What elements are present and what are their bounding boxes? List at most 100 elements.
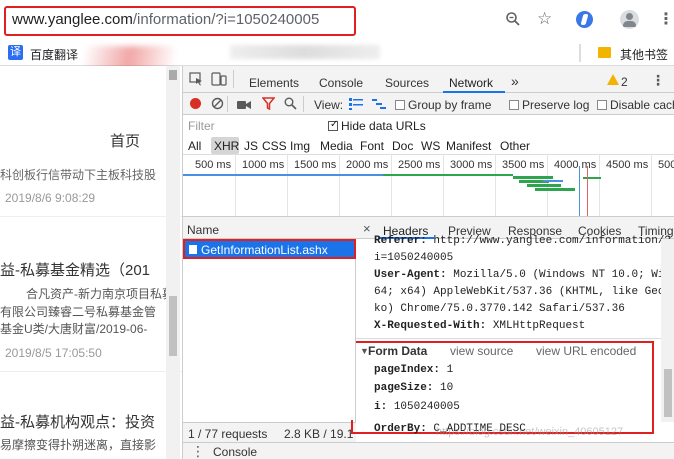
folder-icon <box>598 47 611 58</box>
tab-elements[interactable]: Elements <box>249 76 299 90</box>
tab-console[interactable]: Console <box>319 76 363 90</box>
list-item-title[interactable]: 益-私募机构观点：投资 <box>0 411 155 432</box>
type-filter-xhr[interactable]: XHR <box>214 139 239 153</box>
screenshot-camera-icon[interactable] <box>237 99 251 113</box>
type-filter-all[interactable]: All <box>188 139 201 153</box>
divider <box>0 216 182 217</box>
form-data-title[interactable]: Form Data <box>368 344 427 358</box>
type-filter-js[interactable]: JS <box>244 139 258 153</box>
waterfall-bar <box>543 180 563 182</box>
type-filter-img[interactable]: Img <box>290 139 310 153</box>
bookmark-divider <box>579 44 581 62</box>
zoom-icon[interactable] <box>505 11 521 30</box>
scrollbar-thumb[interactable] <box>169 70 177 80</box>
user-agent-cont: 64; x64) AppleWebKit/537.36 (KHTML, like… <box>374 286 665 298</box>
header-key: Referer: <box>374 235 427 247</box>
baidu-translate-icon: 译 <box>8 45 23 60</box>
form-value: 1 <box>446 364 454 376</box>
title-prefix: 益- <box>0 262 20 279</box>
list-item-text: 易摩擦变得扑朔迷离，直接影 <box>0 438 157 452</box>
type-filter-doc[interactable]: Doc <box>392 139 413 153</box>
page-scrollbar[interactable] <box>166 66 180 459</box>
clear-icon[interactable] <box>211 97 224 113</box>
referer-header: Referer: http://www.yanglee.com/informat… <box>374 235 671 247</box>
preserve-log-label: Preserve log <box>522 98 590 112</box>
drawer-tab-console[interactable]: Console <box>213 445 257 459</box>
divider <box>0 371 182 372</box>
nav-home-link[interactable]: 首页 <box>110 130 140 151</box>
scrollbar-thumb[interactable] <box>664 369 672 417</box>
list-item-text[interactable]: 科创板行信带动下主板科技股 <box>0 166 156 183</box>
user-agent-cont: ko) Chrome/75.0.3770.142 Safari/537.36 <box>374 303 625 315</box>
request-count: 1 / 77 requests <box>188 427 268 441</box>
header-value: Mozilla/5.0 (Windows NT 10.0; Win <box>453 269 672 281</box>
timeline-tick: 2000 ms <box>346 159 389 171</box>
filter-input[interactable]: Filter <box>188 119 215 133</box>
tab-network[interactable]: Network <box>449 76 493 90</box>
extension-icon[interactable] <box>576 11 593 28</box>
type-filter-other[interactable]: Other <box>500 139 530 153</box>
type-filter-ws[interactable]: WS <box>421 139 440 153</box>
search-icon[interactable] <box>284 97 297 113</box>
type-filter-manifest[interactable]: Manifest <box>446 139 491 153</box>
timeline-tick: 3000 ms <box>450 159 493 171</box>
divider <box>233 70 234 88</box>
tab-sources[interactable]: Sources <box>385 76 429 90</box>
hide-data-urls-label: Hide data URLs <box>341 119 426 133</box>
load-line <box>587 166 588 216</box>
request-row-selected[interactable]: GetInformationList.ashx <box>183 239 356 259</box>
type-filter-font[interactable]: Font <box>360 139 384 153</box>
form-key: OrderBy: <box>374 423 427 435</box>
header-value: XMLHttpRequest <box>492 320 586 332</box>
request-name: GetInformationList.ashx <box>201 243 328 257</box>
large-rows-icon[interactable] <box>349 98 363 113</box>
divider <box>303 96 304 112</box>
filter-funnel-icon[interactable] <box>261 97 276 113</box>
browser-menu-icon[interactable]: ⋮ <box>658 9 674 29</box>
group-by-frame-checkbox[interactable]: Group by frame <box>395 98 491 112</box>
list-item-text: 合凡资产-新力南京项目私募 <box>26 287 174 301</box>
address-bar-url[interactable]: www.yanglee.com/information/?i=105024000… <box>12 11 319 28</box>
view-source-link[interactable]: view source <box>450 344 513 358</box>
waterfall-overview-icon[interactable] <box>372 98 386 113</box>
bookmark-star-icon[interactable]: ☆ <box>537 9 552 29</box>
disable-cache-checkbox[interactable]: Disable cach <box>597 98 674 112</box>
type-filter-css[interactable]: CSS <box>262 139 287 153</box>
scrollbar-thumb[interactable] <box>169 296 177 356</box>
timeline-tick: 1000 ms <box>242 159 285 171</box>
warning-icon[interactable] <box>607 74 619 85</box>
type-filter-media[interactable]: Media <box>320 139 353 153</box>
form-key: i: <box>374 401 388 413</box>
record-icon[interactable] <box>190 98 201 109</box>
devtools-menu-icon[interactable]: ⋮ <box>651 72 665 89</box>
header-key: X-Requested-With: <box>374 320 487 332</box>
filter-row: Filter ✓ Hide data URLs <box>183 115 674 136</box>
name-column-header[interactable]: Name <box>187 223 219 237</box>
timeline-tick: 1500 ms <box>294 159 337 171</box>
hide-data-urls-checkbox[interactable]: ✓ Hide data URLs <box>328 119 426 133</box>
view-label: View: <box>314 98 344 112</box>
timeline-tick: 3500 ms <box>502 159 545 171</box>
bookmark-baidu-translate[interactable]: 百度翻译 <box>30 46 78 63</box>
close-detail-icon[interactable]: × <box>363 221 371 236</box>
form-field: pageSize: 10 <box>374 382 453 394</box>
drawer-menu-icon[interactable]: ⋮ <box>191 443 205 459</box>
divider <box>227 96 228 112</box>
preserve-log-checkbox[interactable]: Preserve log <box>509 98 589 112</box>
title-text: 私募机构观点：投资 <box>20 414 156 431</box>
timeline-tick: 4500 ms <box>606 159 649 171</box>
browser-toolbar: www.yanglee.com/information/?i=105024000… <box>0 0 674 40</box>
profile-avatar-icon[interactable] <box>620 10 639 29</box>
inspect-element-icon[interactable] <box>189 72 203 89</box>
bookmark-other[interactable]: 其他书签 <box>620 46 668 63</box>
form-value: 1050240005 <box>393 401 460 413</box>
detail-scrollbar[interactable] <box>661 239 674 422</box>
list-item-title[interactable]: 益-私募基金精选（201 <box>0 259 150 280</box>
list-item-text: 有限公司臻睿二号私募基金管 <box>0 305 157 319</box>
view-url-encoded-link[interactable]: view URL encoded <box>536 344 636 358</box>
device-toolbar-icon[interactable] <box>211 72 227 89</box>
more-tabs-button[interactable]: » <box>511 73 519 89</box>
waterfall-bar <box>583 177 601 179</box>
console-drawer: ⋮ Console <box>183 442 674 459</box>
waterfall-bar <box>183 174 383 176</box>
